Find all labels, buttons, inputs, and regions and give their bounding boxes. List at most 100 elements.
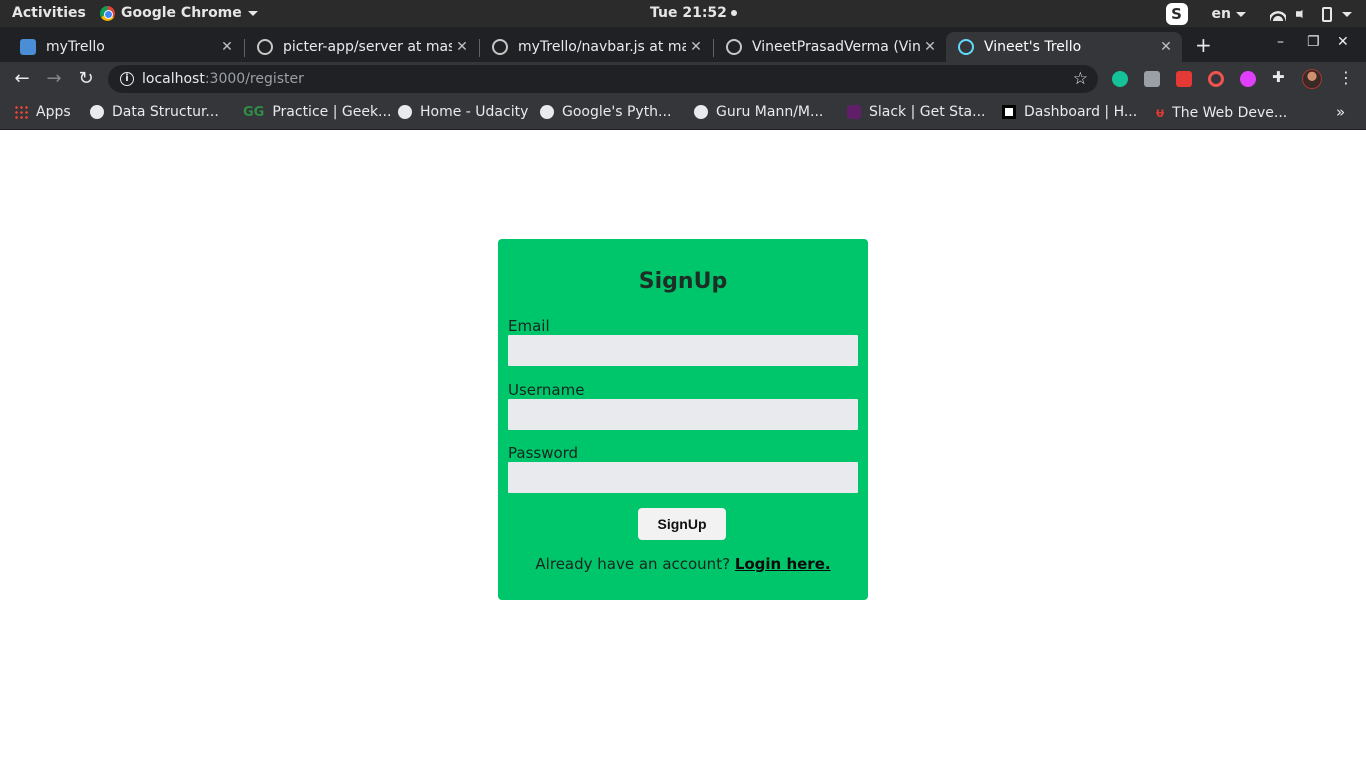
react-icon (958, 39, 974, 55)
bookmark-geeksforgeeks[interactable]: GG Practice | Geek... (243, 104, 391, 120)
chrome-icon (100, 5, 115, 21)
extension-icon[interactable] (1208, 71, 1224, 87)
browser-toolbar: ← → ↻ i localhost:3000/register ☆ ✚ ⋮ (0, 62, 1366, 96)
tab-github-profile[interactable]: VineetPrasadVerma (Vin ✕ (714, 32, 946, 62)
activities-button[interactable]: Activities (12, 5, 86, 21)
apps-grid-icon (14, 105, 28, 119)
bookmark-apps[interactable]: Apps (14, 104, 71, 120)
page-content: SignUp Email Username Password SignUp Al… (0, 131, 1366, 768)
grammarly-icon[interactable] (1112, 71, 1128, 87)
trello-icon (20, 39, 36, 55)
bookmark-data-structures[interactable]: Data Structur... (90, 104, 219, 120)
close-icon[interactable]: ✕ (1156, 39, 1176, 55)
geeksforgeeks-icon: GG (243, 104, 265, 120)
bookmarks-bar: Apps Data Structur... GG Practice | Geek… (0, 96, 1366, 130)
signup-form: SignUp Email Username Password SignUp Al… (498, 239, 868, 600)
back-arrow-icon[interactable]: ← (11, 68, 33, 89)
bookmark-label: Dashboard | H... (1024, 104, 1138, 120)
notification-dot-icon (730, 10, 737, 16)
bookmark-hackerearth[interactable]: Dashboard | H... (1002, 104, 1137, 120)
puzzle-icon[interactable]: ✚ (1272, 68, 1288, 86)
language-label: en (1211, 6, 1231, 22)
email-field[interactable] (508, 335, 858, 366)
address-bar[interactable]: i localhost:3000/register ☆ (108, 65, 1098, 93)
menu-dots-icon[interactable]: ⋮ (1338, 68, 1354, 87)
login-link[interactable]: Login here. (735, 555, 831, 573)
bookmark-label: Google's Pyth... (562, 104, 672, 120)
tab-title: myTrello (46, 39, 105, 55)
globe-icon (694, 105, 708, 119)
close-icon[interactable]: ✕ (452, 39, 472, 55)
tab-title: Vineet's Trello (984, 39, 1082, 55)
tab-mytrello[interactable]: myTrello ✕ (8, 32, 243, 62)
username-label: Username (508, 381, 585, 399)
bookmark-label: Data Structur... (112, 104, 219, 120)
bookmark-star-icon[interactable]: ☆ (1073, 69, 1088, 89)
info-icon[interactable]: i (120, 72, 134, 86)
forward-arrow-icon[interactable]: → (43, 68, 65, 89)
tab-navbar-js[interactable]: myTrello/navbar.js at ma ✕ (480, 32, 712, 62)
bookmark-guru-mann[interactable]: Guru Mann/M... (694, 104, 823, 120)
system-menu-chevron-icon[interactable] (1342, 11, 1352, 17)
github-icon (726, 39, 742, 55)
password-field[interactable] (508, 462, 858, 493)
system-tray: S en (1165, 3, 1352, 25)
close-window-button[interactable]: ✕ (1337, 34, 1349, 50)
url-path: :3000/register (204, 71, 304, 87)
username-field[interactable] (508, 399, 858, 430)
login-prompt: Already have an account? Login here. (498, 555, 868, 573)
tab-title: VineetPrasadVerma (Vin (752, 39, 920, 55)
tab-title: picter-app/server at mast (283, 39, 452, 55)
bookmark-label: Home - Udacity (420, 104, 529, 120)
battery-icon (1322, 6, 1332, 22)
avatar[interactable] (1302, 69, 1322, 89)
extension-icon[interactable] (1240, 71, 1256, 87)
tab-title: myTrello/navbar.js at ma (518, 39, 686, 55)
hackerearth-icon (1002, 105, 1016, 119)
close-icon[interactable]: ✕ (686, 39, 706, 55)
slack-icon (847, 105, 861, 119)
bookmark-label: Practice | Geek... (272, 104, 392, 120)
signup-button[interactable]: SignUp (638, 508, 726, 540)
tab-strip: myTrello ✕ picter-app/server at mast ✕ m… (0, 27, 1366, 62)
system-top-bar: Activities Google Chrome Tue 21:52 S en (0, 0, 1366, 27)
tab-picter-app[interactable]: picter-app/server at mast ✕ (245, 32, 478, 62)
bookmark-udacity[interactable]: Home - Udacity (398, 104, 528, 120)
clock[interactable]: Tue 21:52 (650, 5, 737, 21)
bookmark-google-python[interactable]: Google's Pyth... (540, 104, 671, 120)
globe-icon (540, 105, 554, 119)
github-icon (492, 39, 508, 55)
extension-icon[interactable] (1176, 71, 1192, 87)
new-tab-button[interactable]: + (1195, 33, 1212, 57)
tab-vineets-trello[interactable]: Vineet's Trello ✕ (946, 32, 1182, 62)
bookmark-label: The Web Deve... (1172, 104, 1288, 121)
reload-icon[interactable]: ↻ (75, 68, 97, 89)
extension-icon[interactable] (1144, 71, 1160, 87)
wifi-icon (1270, 7, 1286, 21)
bookmark-slack[interactable]: Slack | Get Sta... (847, 104, 985, 120)
chevron-down-icon (247, 10, 258, 16)
globe-icon (90, 105, 104, 119)
app-menu-label: Google Chrome (121, 5, 242, 21)
globe-icon (398, 105, 412, 119)
language-selector[interactable]: en (1212, 6, 1246, 22)
app-menu[interactable]: Google Chrome (100, 5, 258, 21)
password-label: Password (508, 444, 579, 462)
bookmark-label: Guru Mann/M... (716, 104, 824, 120)
bookmark-label: Slack | Get Sta... (869, 104, 986, 120)
bookmark-web-developer[interactable]: ᵾ The Web Deve... (1156, 104, 1288, 122)
minimize-button[interactable]: – (1277, 34, 1284, 50)
volume-icon (1296, 7, 1306, 21)
email-label: Email (508, 317, 550, 335)
form-title: SignUp (638, 269, 728, 294)
login-prompt-text: Already have an account? (535, 555, 735, 573)
clock-label: Tue 21:52 (650, 5, 727, 21)
udemy-icon: ᵾ (1156, 105, 1165, 121)
more-bookmarks-icon[interactable]: » (1336, 103, 1345, 121)
skype-icon[interactable]: S (1165, 3, 1188, 25)
bookmark-label: Apps (36, 104, 71, 120)
github-icon (257, 39, 273, 55)
restore-button[interactable]: ❐ (1307, 34, 1320, 50)
close-icon[interactable]: ✕ (920, 39, 940, 55)
close-icon[interactable]: ✕ (217, 39, 237, 55)
